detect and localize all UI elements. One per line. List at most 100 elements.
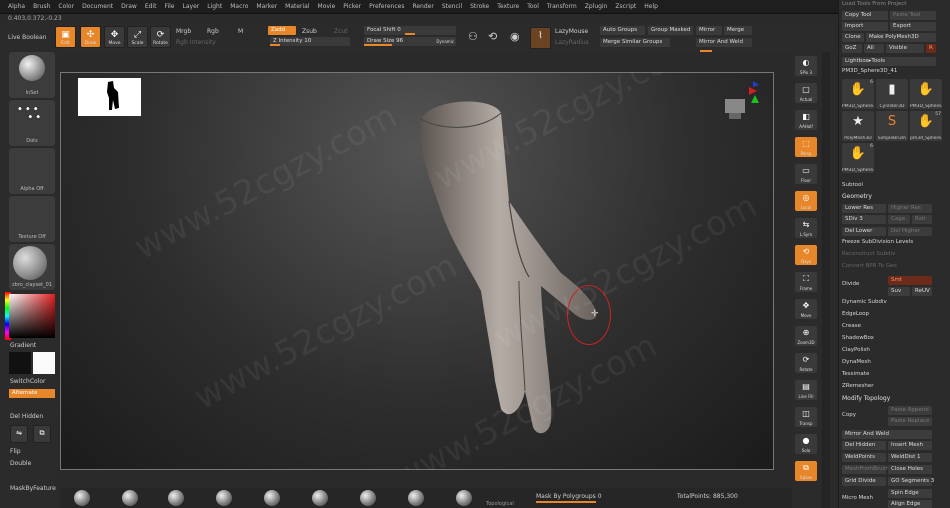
cage-button[interactable]: Cage <box>888 215 910 224</box>
crease-button[interactable]: Crease <box>842 323 937 332</box>
lazymouse-label[interactable]: LazyMouse <box>555 28 588 35</box>
tessimate-button[interactable]: Tessimate <box>842 371 937 380</box>
lightbox-tools-button[interactable]: Lightbox▸Tools <box>842 57 936 66</box>
mirror-and-weld-topology-button[interactable]: Mirror And Weld <box>842 430 932 439</box>
menu-item-tool[interactable]: Tool <box>527 3 539 10</box>
menu-item-macro[interactable]: Macro <box>230 3 248 10</box>
modify-topology-header[interactable]: Modify Topology <box>842 395 890 402</box>
del-hidden-button[interactable]: Del Hidden <box>10 413 43 420</box>
menu-item-texture[interactable]: Texture <box>497 3 519 10</box>
shelf-button-l-sym[interactable]: ⇆ L.Sym <box>795 218 817 238</box>
menu-item-document[interactable]: Document <box>82 3 113 10</box>
live-boolean-button[interactable]: Live Boolean <box>8 34 46 41</box>
del-hidden-topology-button[interactable]: Del Hidden <box>842 441 886 450</box>
tool-thumbnail[interactable]: ✋6PM3D_Sphere3D <box>842 79 874 109</box>
shelf-button-rotate[interactable]: ⟳ Rotate <box>795 353 817 373</box>
welddist-slider[interactable]: WeldDist 1 <box>888 453 932 462</box>
switchcolor-button[interactable]: SwitchColor <box>10 378 46 385</box>
zsub-button[interactable]: Zsub <box>302 28 317 35</box>
mrgb-button[interactable]: Mrgb <box>176 28 191 35</box>
grid-divide-button[interactable]: Grid Divide <box>842 477 886 486</box>
microphone-icon[interactable]: ◉ <box>510 30 520 43</box>
menu-item-zplugin[interactable]: Zplugin <box>585 3 608 10</box>
goz-button[interactable]: GoZ <box>842 44 862 53</box>
menu-item-file[interactable]: File <box>164 3 174 10</box>
texture-selector[interactable]: Texture Off <box>9 196 55 242</box>
close-holes-button[interactable]: Close Holes <box>888 465 932 474</box>
menu-item-marker[interactable]: Marker <box>256 3 277 10</box>
color-picker[interactable] <box>9 294 55 338</box>
shelf-button-zoom3d[interactable]: ⊕ Zoom3D <box>795 326 817 346</box>
paste-append-button[interactable]: Paste Append <box>888 406 932 415</box>
brush-slot-icon[interactable] <box>312 490 328 506</box>
shelf-button-local[interactable]: ◎ Local <box>795 191 817 211</box>
brush-slot-icon[interactable] <box>408 490 424 506</box>
brush-slot-icon[interactable] <box>74 490 90 506</box>
rgb-button[interactable]: Rgb <box>207 28 219 35</box>
menu-item-help[interactable]: Help <box>644 3 658 10</box>
tray-scrollbar[interactable] <box>822 52 830 508</box>
shelf-button-floor[interactable]: ▭ Floor <box>795 164 817 184</box>
shelf-button-line-fill[interactable]: ▤ Line Fill <box>795 380 817 400</box>
load-tools-from-project-button[interactable]: Load Tools From Project <box>842 1 937 10</box>
zadd-button[interactable]: Zadd <box>268 26 296 35</box>
draw-size-slider[interactable]: Draw Size 96 Dynamic <box>364 37 456 46</box>
alternate-button[interactable]: Alternate <box>9 389 55 398</box>
tool-thumbnail[interactable]: ✋6PM3D_Sphere3D <box>842 143 874 173</box>
spin-edge-button[interactable]: Spin Edge <box>888 489 932 498</box>
menu-item-stencil[interactable]: Stencil <box>442 3 462 10</box>
meshfrombrush-button[interactable]: MeshFromBrush <box>842 465 889 474</box>
menu-item-picker[interactable]: Picker <box>343 3 361 10</box>
shelf-button-aahalf[interactable]: ◧ AAHalf <box>795 110 817 130</box>
lower-res-button[interactable]: Lower Res <box>842 204 886 213</box>
brush-slot-icon[interactable] <box>360 490 376 506</box>
tool-thumbnail[interactable]: ✋57pm3d_Sphere3D <box>910 111 942 141</box>
tool-thumbnail[interactable]: ▮ Cylinder3D <box>876 79 908 109</box>
make-polymesh3d-button[interactable]: Make PolyMesh3D <box>866 33 936 42</box>
smt-button[interactable]: Smt <box>888 276 932 285</box>
lazyradius-label[interactable]: LazyRadius <box>555 39 589 46</box>
brush-slot-icon[interactable] <box>122 490 138 506</box>
double-icon-button[interactable]: ⧉ <box>33 425 51 443</box>
del-higher-button[interactable]: Del Higher <box>888 227 932 236</box>
menu-item-movie[interactable]: Movie <box>318 3 336 10</box>
merge-similar-groups-button[interactable]: Merge Similar Groups <box>600 38 670 47</box>
sdiv-slider[interactable]: SDiv 3 <box>842 215 886 224</box>
menu-item-material[interactable]: Material <box>285 3 309 10</box>
stroke-selector[interactable]: ••• •• Dots <box>9 100 55 146</box>
dynamesh-button[interactable]: DynaMesh <box>842 359 937 368</box>
brush-selector[interactable]: InSet <box>9 52 55 98</box>
secondary-color-swatch[interactable] <box>9 352 31 374</box>
zremesher-button[interactable]: ZRemesher <box>842 383 937 392</box>
mirror-and-weld-button[interactable]: Mirror And Weld <box>696 38 752 47</box>
menu-item-brush[interactable]: Brush <box>33 3 50 10</box>
goz-all-button[interactable]: All <box>864 44 884 53</box>
shelf-button-actual[interactable]: ▢ Actual <box>795 83 817 103</box>
menu-item-color[interactable]: Color <box>58 3 74 10</box>
menu-item-transform[interactable]: Transform <box>547 3 577 10</box>
double-button[interactable]: Double <box>10 460 31 467</box>
paste-replace-button[interactable]: Paste Replace <box>888 417 932 426</box>
m-button[interactable]: M <box>238 28 243 35</box>
copy-tool-button[interactable]: Copy Tool <box>842 11 888 20</box>
shelf-button-persp[interactable]: ⬚ Persp <box>795 137 817 157</box>
viewport-canvas[interactable]: ✛ <box>60 72 774 470</box>
higher-res-button[interactable]: Higher Res <box>888 204 932 213</box>
shelf-button-frame[interactable]: ⛶ Frame <box>795 272 817 292</box>
menu-item-edit[interactable]: Edit <box>145 3 157 10</box>
brush-slot-icon[interactable] <box>456 490 472 506</box>
tool-thumbnail[interactable]: ★ PolyMesh3D <box>842 111 874 141</box>
shadowbox-button[interactable]: ShadowBox <box>842 335 937 344</box>
del-lower-button[interactable]: Del Lower <box>842 227 886 236</box>
material-selector[interactable]: zbro_clayset_01 <box>9 244 55 290</box>
menu-item-alpha[interactable]: Alpha <box>8 3 25 10</box>
edit-button[interactable]: ▣ Edit <box>55 26 76 48</box>
menu-item-zscript[interactable]: Zscript <box>615 3 636 10</box>
reconstruct-subdiv-button[interactable]: Reconstruct Subdiv <box>842 251 937 260</box>
mask-by-polygroups-slider[interactable]: Mask By Polygroups 0 <box>536 493 602 500</box>
menu-item-render[interactable]: Render <box>412 3 433 10</box>
geometry-header[interactable]: Geometry <box>842 193 872 200</box>
insert-mesh-button[interactable]: Insert Mesh <box>888 441 932 450</box>
freeze-subdivision-levels-button[interactable]: Freeze SubDivision Levels <box>842 239 937 248</box>
merge-button[interactable]: Merge <box>724 26 752 35</box>
